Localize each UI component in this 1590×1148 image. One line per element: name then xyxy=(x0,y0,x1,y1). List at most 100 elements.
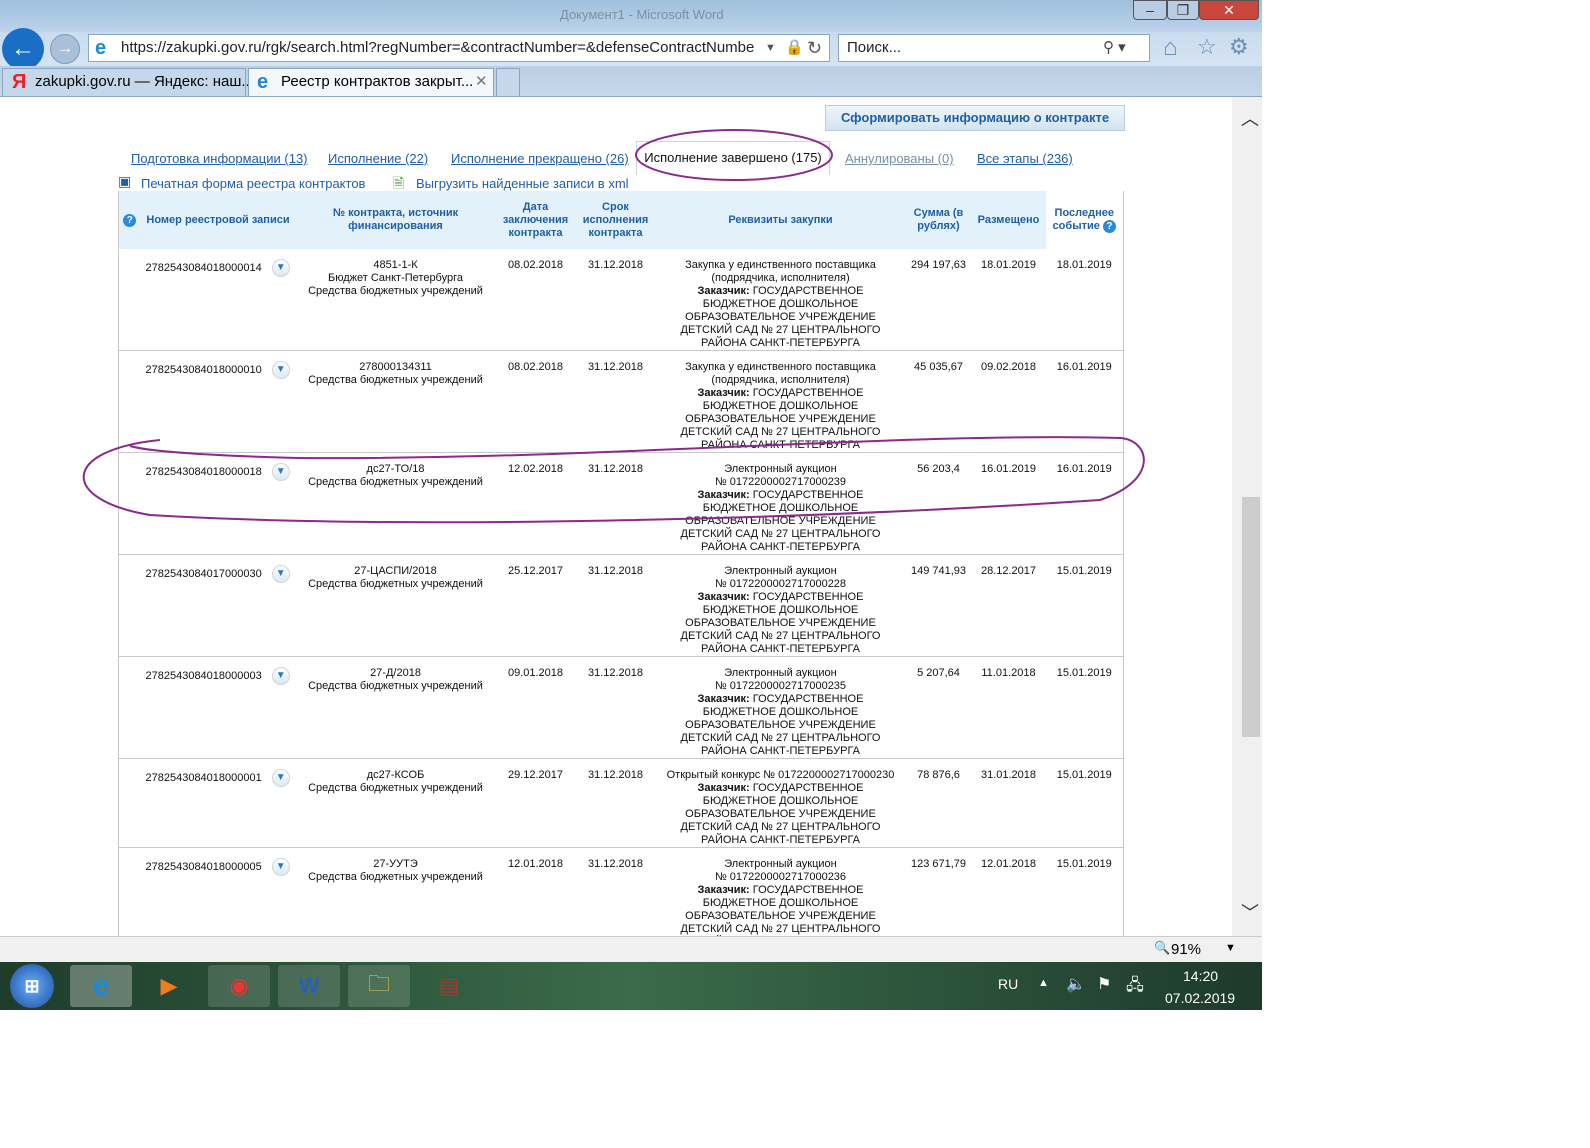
print-form-link[interactable]: Печатная форма реестра контрактов xyxy=(141,176,365,191)
search-icon[interactable]: ⚲ ▾ xyxy=(1103,35,1126,61)
col-date[interactable]: Дата заключения контракта xyxy=(495,191,576,249)
taskbar-word[interactable]: W xyxy=(278,965,340,1007)
new-tab-button[interactable] xyxy=(496,68,520,96)
chevron-down-icon[interactable]: ▼ xyxy=(271,565,290,583)
clock-time[interactable]: 14:20 xyxy=(1183,968,1218,984)
contract-line: Средства бюджетных учреждений xyxy=(308,578,483,590)
start-button[interactable]: ⊞ xyxy=(10,964,54,1008)
customer: Заказчик: ГОСУДАРСТВЕННОЕ БЮДЖЕТНОЕ ДОШК… xyxy=(664,591,898,656)
col-last[interactable]: Последнее событие ? xyxy=(1045,191,1124,249)
clock-date[interactable]: 07.02.2019 xyxy=(1165,990,1235,1006)
close-tab-icon[interactable]: ✕ xyxy=(475,69,488,95)
cell-sum: 5 207,64 xyxy=(905,656,972,759)
dropdown-icon[interactable]: ▼ xyxy=(765,35,776,61)
tab-registry[interactable]: e Реестр контрактов закрыт... ✕ xyxy=(248,68,494,96)
scroll-up-icon[interactable]: ︿ xyxy=(1241,105,1259,131)
contract-line[interactable]: 4851-1-К xyxy=(296,259,496,272)
tab-execution[interactable]: Исполнение (22) xyxy=(328,151,428,166)
cell-term: 31.12.2018 xyxy=(575,249,656,351)
reg-number[interactable]: 2782543084018000001 xyxy=(146,772,262,784)
tab-all-stages[interactable]: Все этапы (236) xyxy=(977,151,1073,166)
taskbar-chrome[interactable]: ◉ xyxy=(208,965,270,1007)
help-icon[interactable]: ? xyxy=(123,213,137,227)
tab-execution-completed[interactable]: Исполнение завершено (175) xyxy=(636,141,830,175)
taskbar-explorer[interactable]: 🗀 xyxy=(348,965,410,1007)
reg-number[interactable]: 2782543084018000003 xyxy=(146,670,262,682)
taskbar-ie[interactable]: e xyxy=(70,965,132,1007)
reg-number[interactable]: 2782543084018000018 xyxy=(146,466,262,478)
forward-button[interactable]: → xyxy=(50,34,80,64)
chevron-down-icon[interactable]: ▼ xyxy=(271,463,290,481)
col-placed[interactable]: Размещено xyxy=(971,191,1046,249)
purchase-line: Электронный аукцион xyxy=(724,463,837,475)
zoom-icon[interactable]: 🔍 xyxy=(1154,940,1170,956)
reg-number[interactable]: 2782543084018000005 xyxy=(146,861,262,873)
cell-purchase: Электронный аукцион № 0172200002717000228… xyxy=(655,554,906,657)
close-button[interactable]: ✕ xyxy=(1199,0,1259,20)
maximize-button[interactable]: ❐ xyxy=(1167,0,1199,20)
chevron-down-icon[interactable]: ▼ xyxy=(271,667,290,685)
chevron-down-icon[interactable]: ▼ xyxy=(271,259,290,277)
favorites-icon[interactable]: ☆ xyxy=(1197,34,1217,60)
table-row: 2782543084018000001 ▼ дс27-КСОБ Средства б… xyxy=(118,758,1124,848)
taskbar-winrar[interactable]: ▤ xyxy=(418,965,480,1007)
col-term[interactable]: Срок исполнения контракта xyxy=(575,191,656,249)
tab-annulled[interactable]: Аннулированы (0) xyxy=(845,151,954,166)
taskbar-media-player[interactable]: ▶ xyxy=(138,965,200,1007)
chevron-down-icon[interactable]: ▼ xyxy=(271,858,290,876)
search-input[interactable]: Поиск... ⚲ ▾ xyxy=(838,34,1150,62)
volume-icon[interactable]: 🔈 xyxy=(1066,974,1086,994)
contract-line[interactable]: дс27-КСОБ xyxy=(296,769,496,782)
scrollbar-thumb[interactable] xyxy=(1242,497,1260,737)
customer-label: Заказчик: xyxy=(697,782,750,794)
minimize-button[interactable]: – xyxy=(1133,0,1167,20)
chevron-down-icon[interactable]: ▼ xyxy=(271,361,290,379)
contract-line[interactable]: 27-УУТЭ xyxy=(296,858,496,871)
reg-number[interactable]: 2782543084018000010 xyxy=(146,364,262,376)
address-bar[interactable]: e https://zakupki.gov.ru/rgk/search.html… xyxy=(88,34,830,62)
tab-preparation[interactable]: Подготовка информации (13) xyxy=(131,151,308,166)
cell-last: 18.01.2019 xyxy=(1045,249,1124,351)
home-icon[interactable]: ⌂ xyxy=(1163,34,1178,62)
zoom-dropdown-icon[interactable]: ▼ xyxy=(1225,942,1236,954)
cell-purchase: Открытый конкурс № 0172200002717000230 За… xyxy=(655,758,906,848)
col-reg[interactable]: Номер реестровой записи xyxy=(140,191,296,249)
customer: Заказчик: ГОСУДАРСТВЕННОЕ БЮДЖЕТНОЕ ДОШК… xyxy=(664,285,898,350)
cell-contract: 278000134311 Средства бюджетных учреждени… xyxy=(295,350,496,453)
tray-arrow-icon[interactable]: ▲ xyxy=(1038,977,1049,989)
network-icon[interactable]: 🖧 xyxy=(1126,974,1144,1001)
gear-icon[interactable]: ⚙ xyxy=(1229,34,1249,60)
cell-contract: 27-Д/2018 Средства бюджетных учреждений xyxy=(295,656,496,759)
cell-blank xyxy=(118,758,141,848)
tab-execution-terminated[interactable]: Исполнение прекращено (26) xyxy=(451,151,629,166)
export-xml-link[interactable]: Выгрузить найденные записи в xml xyxy=(416,176,629,191)
reg-number[interactable]: 2782543084018000014 xyxy=(146,262,262,274)
back-button[interactable]: ← xyxy=(2,28,44,70)
purchase-line: № 0172200002717000236 xyxy=(714,871,847,883)
zoom-level[interactable]: 91% xyxy=(1171,941,1201,958)
help-icon[interactable]: ? xyxy=(1102,220,1116,233)
cell-contract: 27-УУТЭ Средства бюджетных учреждений xyxy=(295,847,496,936)
contract-line[interactable]: дс27-ТО/18 xyxy=(296,463,496,476)
contract-line[interactable]: 27-Д/2018 xyxy=(296,667,496,680)
cell-last: 15.01.2019 xyxy=(1045,554,1124,657)
cell-purchase: Электронный аукцион № 0172200002717000236… xyxy=(655,847,906,936)
cell-reg: 2782543084018000003 ▼ xyxy=(140,656,296,759)
col-sum[interactable]: Сумма (в рублях) xyxy=(905,191,972,249)
contracts-table: ? Номер реестровой записи № контракта, и… xyxy=(118,191,1124,936)
contract-line: Средства бюджетных учреждений xyxy=(308,374,483,386)
scroll-down-icon[interactable]: ﹀ xyxy=(1241,899,1259,925)
cell-purchase: Электронный аукцион № 0172200002717000239… xyxy=(655,452,906,555)
cell-term: 31.12.2018 xyxy=(575,847,656,936)
flag-icon[interactable]: ⚑ xyxy=(1097,974,1111,994)
contract-line[interactable]: 27-ЦАСПИ/2018 xyxy=(296,565,496,578)
contract-line[interactable]: 278000134311 xyxy=(296,361,496,374)
col-contract[interactable]: № контракта, источник финансирования xyxy=(295,191,496,249)
chevron-down-icon[interactable]: ▼ xyxy=(271,769,290,787)
refresh-icon[interactable]: ↻ xyxy=(807,35,822,61)
form-contract-info-button[interactable]: Сформировать информацию о контракте xyxy=(825,105,1125,131)
tab-yandex[interactable]: Я zakupki.gov.ru — Яндекс: наш... xyxy=(2,68,254,96)
vertical-scrollbar[interactable]: ︿ ﹀ xyxy=(1232,97,1262,936)
reg-number[interactable]: 2782543084017000030 xyxy=(146,568,262,580)
language-indicator[interactable]: RU xyxy=(998,976,1018,992)
